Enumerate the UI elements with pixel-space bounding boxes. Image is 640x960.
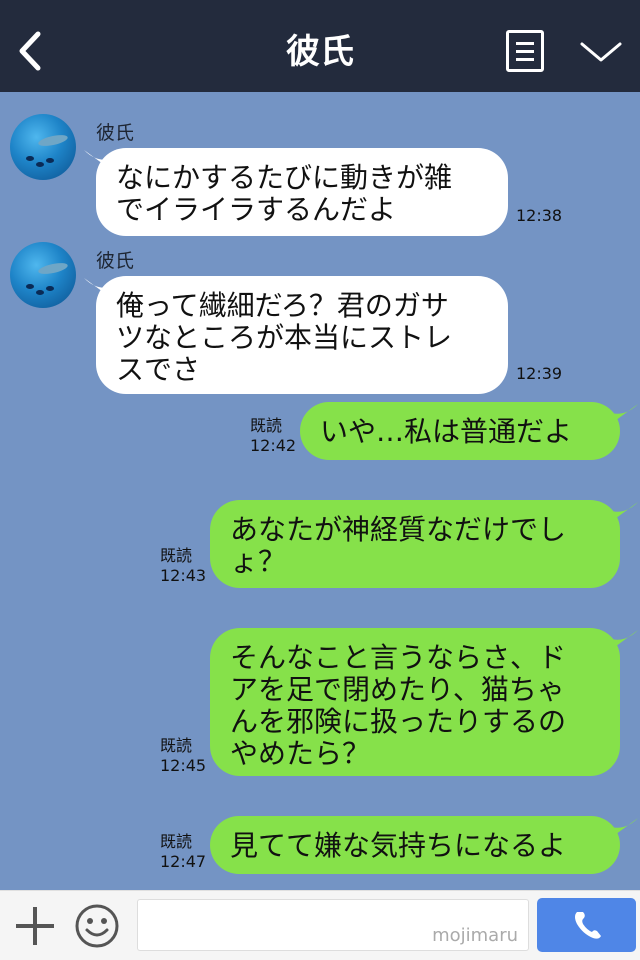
message-list[interactable]: 彼氏 なにかするたびに動きが雑 でイライラするんだよ 12:38 彼氏 俺って繊… (0, 92, 640, 890)
message-time: 12:43 (160, 566, 207, 585)
read-receipt: 既読 12:45 (160, 736, 206, 776)
message-time: 12:47 (160, 852, 207, 871)
message-line: アを足で閉めたり、猫ちゃ (230, 673, 565, 706)
chat-header: 彼氏 (0, 0, 640, 92)
message-bubble-outgoing[interactable]: あなたが神経質なだけでし ょ？ (210, 500, 620, 588)
avatar[interactable] (10, 114, 76, 180)
avatar[interactable] (10, 242, 76, 308)
watermark: mojimaru (432, 925, 518, 946)
input-bar: mojimaru (0, 890, 640, 960)
read-label: 既読 (160, 546, 193, 565)
message-bubble-incoming[interactable]: 俺って繊細だろ？君のガサ ツなところが本当にストレ スでさ (96, 276, 508, 394)
message-line: でイライラするんだよ (116, 193, 397, 226)
message-line: んを邪険に扱ったりするの (230, 705, 567, 738)
message-line: そんなこと言うならさ、ド (230, 641, 567, 674)
message-time: 12:45 (160, 756, 207, 775)
message-input[interactable]: mojimaru (137, 899, 529, 951)
message-line: いや…私は普通だよ (320, 415, 573, 448)
message-bubble-outgoing[interactable]: 見てて嫌な気持ちになるよ (210, 816, 620, 874)
message-line: ょ？ (230, 545, 287, 578)
message-line: スでさ (116, 353, 201, 386)
bubble-tail (608, 818, 638, 840)
call-button[interactable] (537, 898, 636, 952)
smiley-icon[interactable] (74, 903, 120, 949)
read-receipt: 既読 12:42 (250, 416, 296, 456)
read-receipt: 既読 12:47 (160, 832, 206, 872)
phone-icon (575, 912, 601, 939)
chevron-down-icon[interactable] (578, 36, 624, 68)
bubble-tail (608, 404, 638, 426)
read-label: 既読 (160, 832, 193, 851)
bubble-tail (608, 502, 638, 524)
message-line: 俺って繊細だろ？君のガサ (116, 289, 449, 322)
message-bubble-outgoing[interactable]: いや…私は普通だよ (300, 402, 620, 460)
message-time: 12:38 (516, 206, 563, 225)
sender-name: 彼氏 (96, 122, 135, 144)
message-bubble-incoming[interactable]: なにかするたびに動きが雑 でイライラするんだよ (96, 148, 508, 236)
read-receipt: 既読 12:43 (160, 546, 206, 586)
message-line: 見てて嫌な気持ちになるよ (230, 829, 567, 862)
bubble-tail (608, 630, 638, 652)
message-line: なにかするたびに動きが雑 (116, 161, 453, 194)
sender-name: 彼氏 (96, 250, 135, 272)
menu-list-icon[interactable] (506, 30, 544, 72)
read-label: 既読 (160, 736, 193, 755)
read-label: 既読 (250, 416, 283, 435)
message-line: ツなところが本当にストレ (116, 321, 453, 354)
chat-title: 彼氏 (286, 32, 354, 72)
message-bubble-outgoing[interactable]: そんなこと言うならさ、ド アを足で閉めたり、猫ちゃ んを邪険に扱ったりするの や… (210, 628, 620, 776)
message-line: やめたら？ (230, 737, 371, 770)
plus-icon[interactable] (14, 905, 56, 947)
message-line: あなたが神経質なだけでし (230, 513, 567, 546)
message-time: 12:39 (516, 364, 563, 383)
message-time: 12:42 (250, 436, 297, 455)
